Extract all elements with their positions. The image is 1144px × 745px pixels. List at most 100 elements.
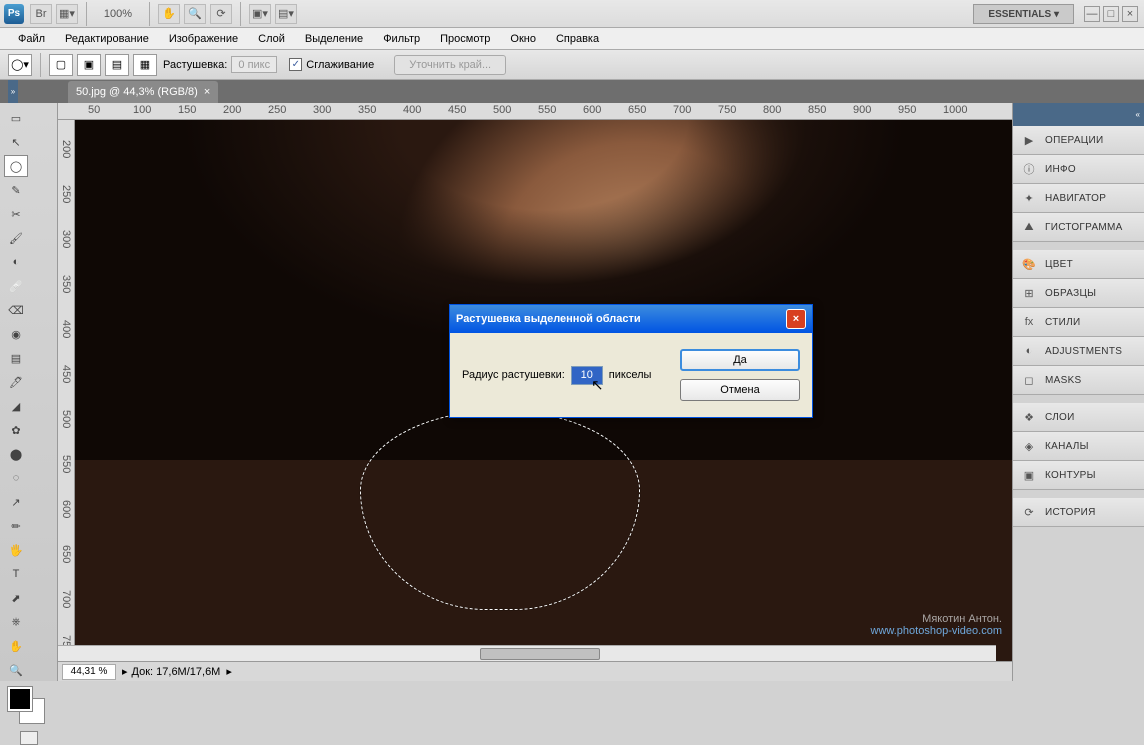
cancel-button[interactable]: Отмена <box>680 379 800 401</box>
separator <box>240 2 241 26</box>
color-swatches[interactable] <box>4 687 53 725</box>
menu-edit[interactable]: Редактирование <box>55 30 159 48</box>
histogram-icon: ⛰ <box>1021 219 1037 235</box>
heal-tool[interactable]: ◐ <box>4 251 28 273</box>
tab-close-icon[interactable]: × <box>204 86 210 98</box>
play-icon: ▶ <box>1021 132 1037 148</box>
panel-masks[interactable]: ◻MASKS <box>1013 366 1144 395</box>
lasso-preset-icon[interactable]: ◯▾ <box>8 54 32 76</box>
panel-info[interactable]: ⓘИНФО <box>1013 155 1144 184</box>
expand-panels-left-icon[interactable]: » <box>8 80 18 103</box>
toolbox: ▭ ↖ ◯ ✎ ✂ 🖌 ◐ 🩹 ⌫ ◉ ▤ 🖊 ◢ ✿ ⬤ ◌ ↗ ✏ 🖐 T … <box>0 103 58 681</box>
eraser-tool[interactable]: ▤ <box>4 347 28 369</box>
dialog-titlebar[interactable]: Растушевка выделенной области × <box>450 305 812 333</box>
panel-histogram[interactable]: ⛰ГИСТОГРАММА <box>1013 213 1144 242</box>
document-tab[interactable]: 50.jpg @ 44,3% (RGB/8) × <box>68 81 218 103</box>
edit-mode-icon[interactable] <box>20 731 38 745</box>
panel-history[interactable]: ⟳ИСТОРИЯ <box>1013 498 1144 527</box>
selection-subtract-icon[interactable]: ▤ <box>105 54 129 76</box>
workspace-switcher[interactable]: ESSENTIALS ▾ <box>973 4 1074 24</box>
eyedropper-tool[interactable]: 🖌 <box>4 227 28 249</box>
3d-tool[interactable]: 🖐 <box>4 539 28 561</box>
brush-tool[interactable]: 🩹 <box>4 275 28 297</box>
menu-select[interactable]: Выделение <box>295 30 373 48</box>
ok-button[interactable]: Да <box>680 349 800 371</box>
history-brush-tool[interactable]: ◉ <box>4 323 28 345</box>
expand-panels-right-icon[interactable]: « <box>1013 103 1144 126</box>
palette-icon: 🎨 <box>1021 256 1037 272</box>
dodge-tool[interactable]: ✿ <box>4 419 28 441</box>
wand-tool[interactable]: ✎ <box>4 179 28 201</box>
panel-adjustments[interactable]: ◐ADJUSTMENTS <box>1013 337 1144 366</box>
path-select-tool[interactable]: ↗ <box>4 491 28 513</box>
menu-filter[interactable]: Фильтр <box>373 30 430 48</box>
feather-input[interactable] <box>231 56 277 73</box>
window-controls: — □ × <box>1084 6 1138 22</box>
menu-view[interactable]: Просмотр <box>430 30 500 48</box>
custom-shape-tool[interactable]: ⎈ <box>4 611 28 633</box>
maximize-button[interactable]: □ <box>1103 6 1119 22</box>
menu-window[interactable]: Окно <box>500 30 546 48</box>
crop-tool[interactable]: ✂ <box>4 203 28 225</box>
separator <box>86 2 87 26</box>
menu-layer[interactable]: Слой <box>248 30 295 48</box>
refine-edge-button[interactable]: Уточнить край... <box>394 55 506 75</box>
dialog-close-icon[interactable]: × <box>786 309 806 329</box>
blur-tool[interactable]: ◢ <box>4 395 28 417</box>
panel-navigator[interactable]: ✦НАВИГАТОР <box>1013 184 1144 213</box>
panel-color[interactable]: 🎨ЦВЕТ <box>1013 250 1144 279</box>
bridge-button[interactable]: Br <box>30 4 52 24</box>
selection-intersect-icon[interactable]: ▦ <box>133 54 157 76</box>
direct-select-tool[interactable]: ⬈ <box>4 587 28 609</box>
fx-icon: fx <box>1021 314 1037 330</box>
app-header: Ps Br ▦▾ 100% ✋ 🔍 ⟳ ▣▾ ▤▾ ESSENTIALS ▾ —… <box>0 0 1144 28</box>
zoom-tool[interactable]: 🔍 <box>4 659 28 681</box>
panel-actions[interactable]: ▶ОПЕРАЦИИ <box>1013 126 1144 155</box>
panel-styles[interactable]: fxСТИЛИ <box>1013 308 1144 337</box>
type-tool[interactable]: ◌ <box>4 467 28 489</box>
text-tool[interactable]: T <box>4 563 28 585</box>
pen-tool[interactable]: ⬤ <box>4 443 28 465</box>
antialias-option[interactable]: ✓ Сглаживание <box>289 58 374 71</box>
gradient-tool[interactable]: 🖊 <box>4 371 28 393</box>
zoom-level-header[interactable]: 100% <box>93 8 143 20</box>
rotate-view-button[interactable]: ⟳ <box>210 4 232 24</box>
separator <box>149 2 150 26</box>
radius-input[interactable] <box>571 366 603 385</box>
panel-channels[interactable]: ◈КАНАЛЫ <box>1013 432 1144 461</box>
dialog-title: Растушевка выделенной области <box>456 313 641 325</box>
hand-tool-button[interactable]: ✋ <box>158 4 180 24</box>
tab-strip: » 50.jpg @ 44,3% (RGB/8) × <box>0 80 1144 103</box>
feather-label: Растушевка: <box>163 59 227 71</box>
paths-icon: ▣ <box>1021 467 1037 483</box>
horizontal-ruler: 50100 150200 250300 350400 450500 550600… <box>58 103 1012 120</box>
selection-new-icon[interactable]: ▢ <box>49 54 73 76</box>
arrange-docs-button[interactable]: ▦▾ <box>56 4 78 24</box>
panel-layers[interactable]: ❖СЛОИ <box>1013 403 1144 432</box>
zoom-tool-button[interactable]: 🔍 <box>184 4 206 24</box>
zoom-input[interactable] <box>62 664 116 680</box>
panel-paths[interactable]: ▣КОНТУРЫ <box>1013 461 1144 490</box>
menu-help[interactable]: Справка <box>546 30 609 48</box>
panel-swatches[interactable]: ⊞ОБРАЗЦЫ <box>1013 279 1144 308</box>
hand-tool[interactable]: ✋ <box>4 635 28 657</box>
menu-image[interactable]: Изображение <box>159 30 248 48</box>
lasso-tool[interactable]: ◯ <box>4 155 28 177</box>
horizontal-scrollbar[interactable] <box>58 645 996 661</box>
document-canvas[interactable]: Растушевка выделенной области × Радиус р… <box>75 120 1012 661</box>
stamp-tool[interactable]: ⌫ <box>4 299 28 321</box>
status-bar: ▸ Док: 17,6M/17,6M ▸ <box>58 661 1012 681</box>
doc-size-label: Док: 17,6M/17,6M <box>132 666 221 678</box>
menu-file[interactable]: Файл <box>8 30 55 48</box>
view-mode-button[interactable]: ▣▾ <box>249 4 271 24</box>
close-button[interactable]: × <box>1122 6 1138 22</box>
screen-mode-button[interactable]: ▤▾ <box>275 4 297 24</box>
minimize-button[interactable]: — <box>1084 6 1100 22</box>
shape-tool[interactable]: ✏ <box>4 515 28 537</box>
antialias-checkbox-icon[interactable]: ✓ <box>289 58 302 71</box>
foreground-swatch[interactable] <box>8 687 32 711</box>
adjust-icon: ◐ <box>1021 343 1037 359</box>
selection-add-icon[interactable]: ▣ <box>77 54 101 76</box>
move-tool[interactable]: ▭ <box>4 107 28 129</box>
marquee-tool[interactable]: ↖ <box>4 131 28 153</box>
